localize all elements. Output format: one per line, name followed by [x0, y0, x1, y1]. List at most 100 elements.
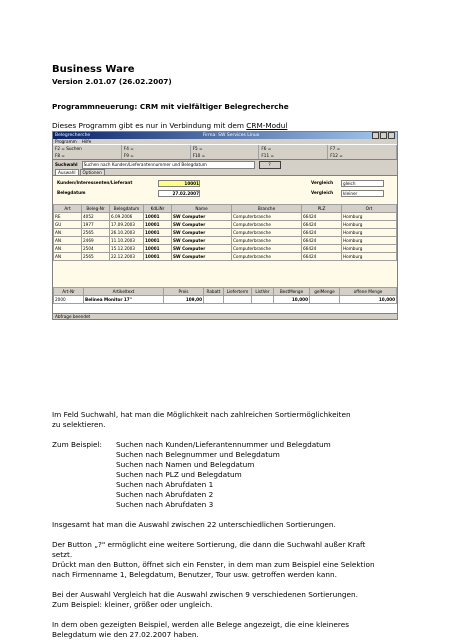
- col-artnr[interactable]: Art-Nr: [53, 287, 84, 296]
- document-body: Im Feld Suchwahl, hat man die Möglichkei…: [52, 410, 422, 640]
- fkey-f6[interactable]: F6 =: [259, 145, 329, 152]
- col-artikeltext[interactable]: Artikeltext: [83, 287, 164, 296]
- cell: SW Computer: [171, 236, 232, 245]
- cell: AN: [53, 252, 82, 261]
- fkey-f5[interactable]: F5 =: [191, 145, 260, 152]
- cell: [251, 295, 274, 304]
- list-item: Suchen nach Namen und Belegdatum: [116, 460, 255, 469]
- col-name[interactable]: Name: [171, 204, 232, 213]
- table-row[interactable]: RE 4052 6.09.2006 10001 SW Computer Computerb…: [53, 212, 397, 221]
- col-art[interactable]: Art: [53, 204, 82, 213]
- col-branche[interactable]: Branche: [231, 204, 302, 213]
- status-bar: Abfrage beendet: [53, 313, 397, 319]
- col-belegdatum[interactable]: Belegdatum: [109, 204, 144, 213]
- example-lead: Zum Beispiel:: [52, 440, 103, 449]
- cell: GU: [53, 220, 82, 229]
- table-row[interactable]: 2000 Belinea Monitor 17" 109,00 10,000 1…: [53, 295, 397, 304]
- fkey-f7[interactable]: F7 =: [328, 145, 397, 152]
- cell: 66424: [301, 220, 342, 229]
- cell: 66424: [301, 236, 342, 245]
- cell: Computerbranche: [231, 228, 302, 237]
- kunden-input[interactable]: 10001: [158, 180, 200, 187]
- cell: 10,000: [273, 295, 310, 304]
- col-offene-menge[interactable]: offene Menge: [339, 287, 397, 296]
- cell: 26.10.2003: [109, 228, 144, 237]
- vergleich-select-1[interactable]: gleich: [341, 180, 384, 187]
- cell: [203, 295, 224, 304]
- table-row[interactable]: GU 1977 17.09.2003 10001 SW Computer Computer…: [53, 220, 397, 229]
- suchwahl-select[interactable]: Suchen nach Kunden/Lieferantennummer und…: [81, 160, 255, 169]
- suchwahl-row: Suchwahl Suchen nach Kunden/Lieferantenn…: [53, 159, 397, 169]
- fkey-f10[interactable]: F10 =: [191, 152, 260, 159]
- intro-text: Dieses Programm gibt es nur in Verbindun…: [52, 121, 247, 130]
- cell: 6.09.2006: [109, 212, 144, 221]
- fkey-f2[interactable]: F2 = Suchen: [53, 145, 122, 152]
- cell: Homburg: [341, 252, 397, 261]
- cell: SW Computer: [171, 228, 232, 237]
- para1-line2: zu selektieren.: [52, 420, 106, 429]
- menu-item-programm[interactable]: Programm: [55, 139, 77, 144]
- cell: 2000: [53, 295, 84, 304]
- table-row[interactable]: AN 2469 11.10.2003 10001 SW Computer Computer…: [53, 236, 397, 245]
- cell: Homburg: [341, 212, 397, 221]
- cell: 10001: [143, 252, 172, 261]
- col-bestmenge[interactable]: BestMenge: [273, 287, 310, 296]
- fkey-f11[interactable]: F11 =: [259, 152, 329, 159]
- vergleich-select-2[interactable]: kleiner: [341, 190, 384, 197]
- col-kdlinr[interactable]: KdLiNr: [143, 204, 172, 213]
- question-button[interactable]: ?: [258, 160, 281, 169]
- col-rabatt[interactable]: Rabatt: [203, 287, 224, 296]
- minimize-icon[interactable]: [372, 132, 379, 139]
- cell: Computerbranche: [231, 252, 302, 261]
- table-row[interactable]: AN 2565 22.12.2003 10001 SW Computer Computer…: [53, 252, 397, 261]
- col-listver[interactable]: ListVer: [251, 287, 274, 296]
- cell: 66424: [301, 252, 342, 261]
- menu-item-hilfe[interactable]: Hilfe: [82, 139, 92, 144]
- maximize-icon[interactable]: [380, 132, 387, 139]
- col-ort[interactable]: Ort: [341, 204, 397, 213]
- fkey-f4[interactable]: F4 =: [122, 145, 191, 152]
- artikel-table-header: Art-Nr Artikeltext Preis Rabatt Lieferte…: [53, 287, 397, 296]
- example-list: Suchen nach Kunden/Lieferantennummer und…: [116, 440, 331, 510]
- cell: Homburg: [341, 236, 397, 245]
- cell: 2469: [81, 236, 110, 245]
- cell: 17.09.2003: [109, 220, 144, 229]
- table-row[interactable]: AN 2504 15.12.2003 10001 SW Computer Computer…: [53, 244, 397, 253]
- col-gelmenge[interactable]: gelMenge: [309, 287, 340, 296]
- doc-version: Version 2.01.07 (26.02.2007): [52, 77, 172, 86]
- belegdatum-input[interactable]: 27.02.2007: [158, 190, 200, 197]
- fkey-f9[interactable]: F9 =: [122, 152, 191, 159]
- table-row[interactable]: AN 2565 26.10.2003 10001 SW Computer Computer…: [53, 228, 397, 237]
- fkey-f12[interactable]: F12 =: [328, 152, 397, 159]
- cell: 10001: [143, 228, 172, 237]
- col-preis[interactable]: Preis: [163, 287, 204, 296]
- close-icon[interactable]: [388, 132, 395, 139]
- cell: RE: [53, 212, 82, 221]
- beleg-table: Art Beleg-Nr Belegdatum KdLiNr Name Bran…: [53, 204, 397, 261]
- cell: Computerbranche: [231, 220, 302, 229]
- para4-line1: Bei der Auswahl Vergleich hat die Auswah…: [52, 590, 358, 599]
- col-plz[interactable]: PLZ: [301, 204, 342, 213]
- cell: AN: [53, 236, 82, 245]
- cell: 2504: [81, 244, 110, 253]
- cell: 109,00: [163, 295, 204, 304]
- cell: 4052: [81, 212, 110, 221]
- col-lieferterm[interactable]: Lieferterm: [223, 287, 252, 296]
- window-controls: [372, 132, 395, 139]
- col-belegnr[interactable]: Beleg-Nr: [81, 204, 110, 213]
- cell: 11.10.2003: [109, 236, 144, 245]
- fkey-f8[interactable]: F8 =: [53, 152, 122, 159]
- crm-module-link[interactable]: CRM-Modul: [246, 121, 287, 130]
- cell: [223, 295, 252, 304]
- belegdatum-label: Belegdatum: [57, 190, 86, 195]
- cell: SW Computer: [171, 220, 232, 229]
- cell: SW Computer: [171, 244, 232, 253]
- doc-title: Business Ware: [52, 64, 135, 75]
- cell: 66424: [301, 228, 342, 237]
- cell: 66424: [301, 212, 342, 221]
- list-item: Suchen nach PLZ und Belegdatum: [116, 470, 242, 479]
- window-title-right: Firma: SW Services Linux: [202, 133, 260, 138]
- vergleich-label-1: Vergleich: [311, 180, 334, 185]
- cell: 15.12.2003: [109, 244, 144, 253]
- para4-line2: Zum Beispiel: kleiner, größer oder ungle…: [52, 600, 213, 609]
